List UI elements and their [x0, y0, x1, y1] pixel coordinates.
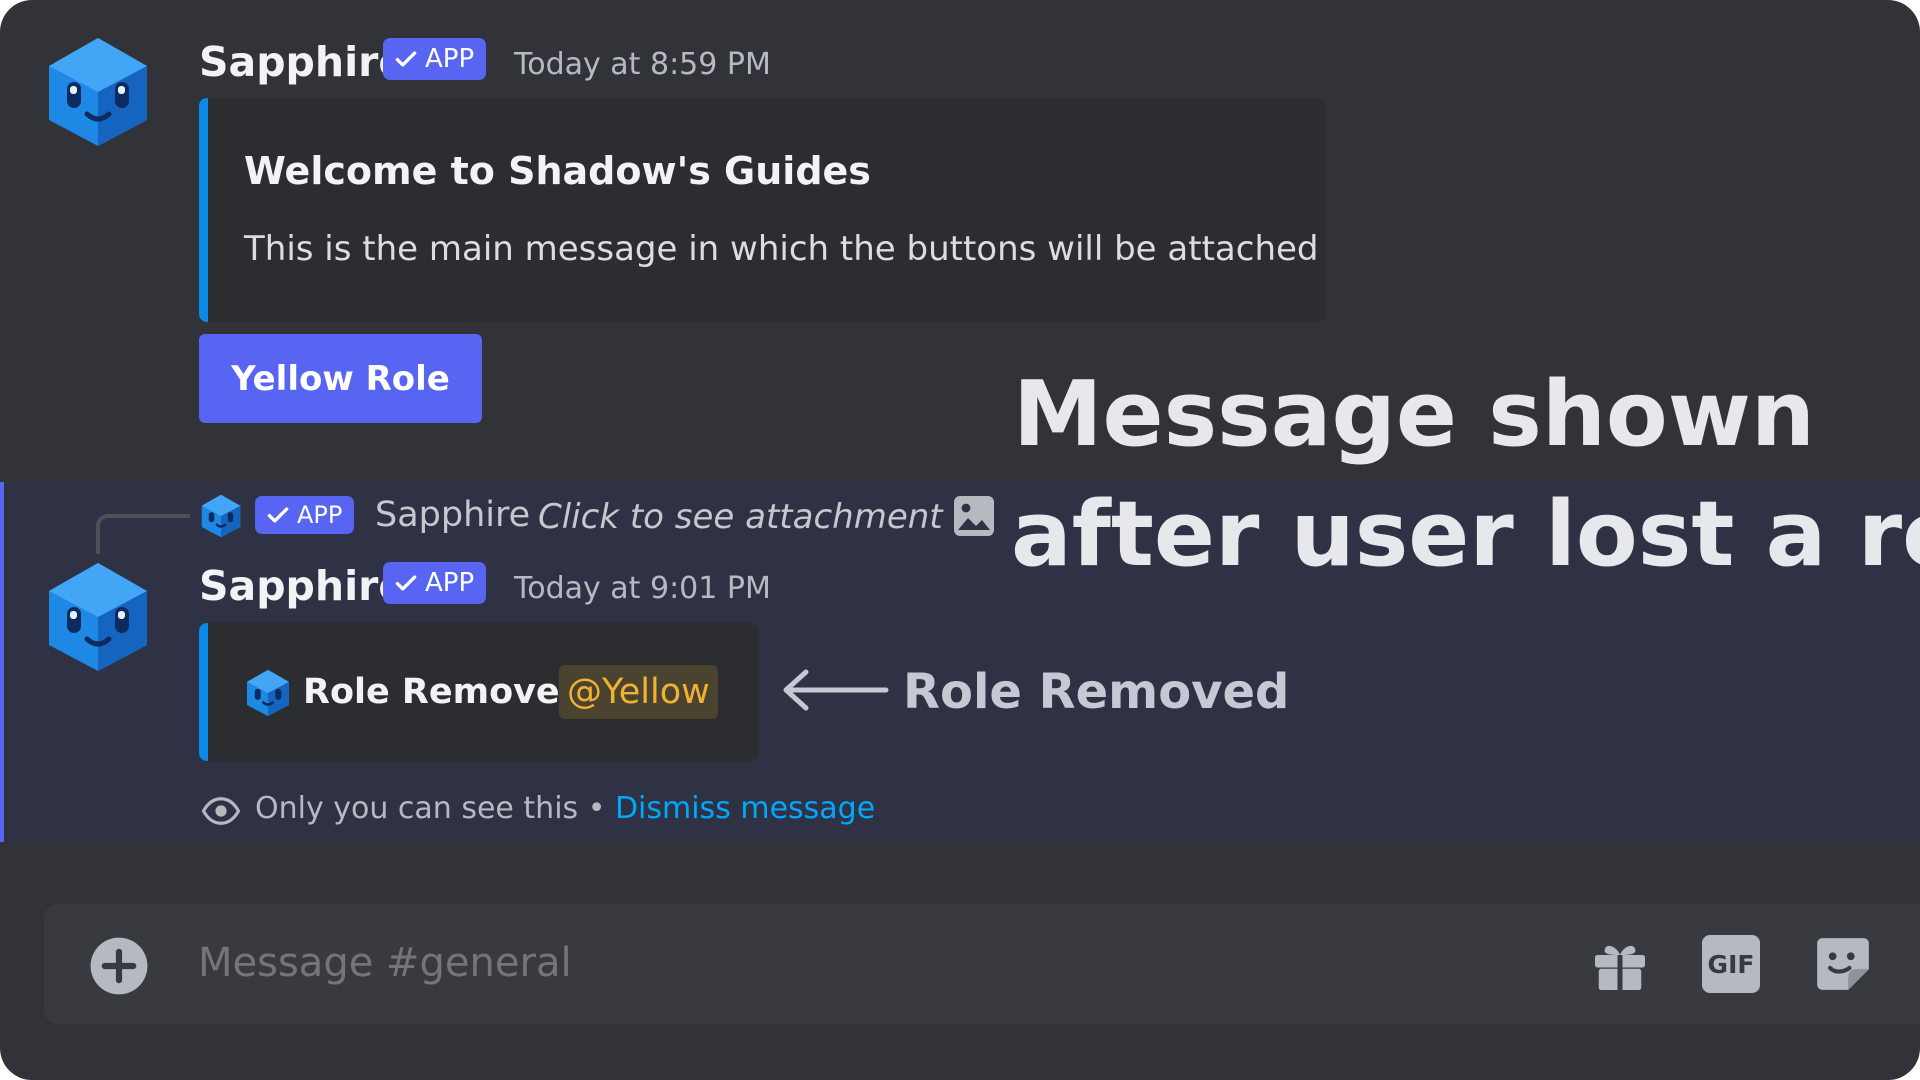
embed-title: Welcome to Shadow's Guides	[244, 149, 871, 193]
annotation-headline-line1: Message shown	[1013, 362, 1815, 467]
highlight-edge	[0, 482, 4, 842]
role-removed-embed: Role Removed @Yellow	[199, 623, 759, 761]
message-input[interactable]	[198, 930, 1198, 996]
sapphire-avatar[interactable]	[45, 561, 151, 673]
message-timestamp: Today at 9:01 PM	[514, 571, 771, 606]
sapphire-avatar[interactable]	[45, 36, 151, 148]
sticker-icon[interactable]	[1812, 933, 1874, 995]
ephemeral-notice-text: Only you can see this •	[255, 791, 606, 826]
check-icon	[395, 575, 417, 591]
welcome-embed: Welcome to Shadow's Guides This is the m…	[199, 98, 1326, 322]
reply-app-badge-label: APP	[297, 501, 343, 529]
app-badge: APP	[383, 562, 487, 604]
gift-icon[interactable]	[1590, 935, 1650, 995]
chat-window: Sapphire APP Today at 8:59 PM Welcome to…	[0, 0, 1920, 1080]
reply-avatar[interactable]	[200, 494, 242, 538]
reply-preview-text[interactable]: Click to see attachment	[538, 500, 943, 534]
role-removed-text: Role Removed	[303, 672, 585, 712]
message-timestamp: Today at 8:59 PM	[514, 47, 771, 82]
embed-accent-bar	[199, 98, 208, 322]
check-icon	[267, 507, 289, 523]
reply-spine	[96, 514, 190, 554]
app-badge-label: APP	[425, 44, 475, 74]
check-icon	[395, 51, 417, 67]
embed-accent-bar	[199, 623, 208, 761]
annotation-role-removed-label: Role Removed	[903, 664, 1290, 720]
sapphire-emoji-icon	[247, 669, 289, 717]
message-composer: GIF	[44, 904, 1920, 1024]
embed-description: This is the main message in which the bu…	[244, 229, 1319, 269]
arrow-left-icon	[783, 669, 889, 711]
eye-icon	[201, 797, 241, 825]
add-attachment-button[interactable]	[88, 935, 150, 997]
reply-author[interactable]: Sapphire	[375, 498, 530, 533]
message-author[interactable]: Sapphire	[199, 42, 406, 83]
yellow-role-button[interactable]: Yellow Role	[199, 334, 482, 423]
annotation-headline-line2: after user lost a role	[1011, 482, 1920, 587]
dismiss-message-link[interactable]: Dismiss message	[615, 791, 875, 826]
app-badge: APP	[383, 38, 487, 80]
reply-app-badge: APP	[255, 496, 355, 534]
ephemeral-notice: Only you can see this • Dismiss message	[255, 794, 875, 824]
message-author[interactable]: Sapphire	[199, 566, 406, 607]
gif-button[interactable]: GIF	[1702, 935, 1760, 993]
image-icon	[954, 496, 994, 536]
role-mention[interactable]: @Yellow	[559, 665, 718, 719]
app-badge-label: APP	[425, 568, 475, 598]
